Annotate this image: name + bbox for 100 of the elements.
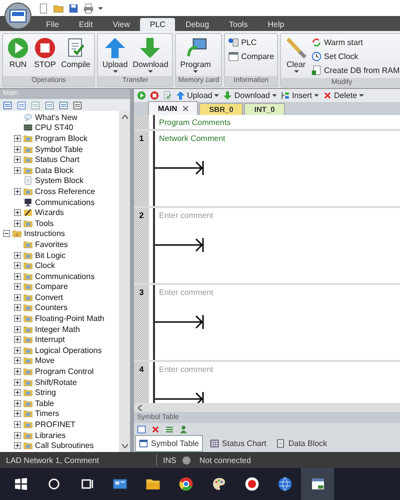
tree-item[interactable]: Program Block xyxy=(35,134,88,143)
expander-icon[interactable] xyxy=(14,336,21,344)
tree-item[interactable]: Wizards xyxy=(35,208,64,218)
expander-icon[interactable] xyxy=(3,230,10,238)
tree-item[interactable]: System Block xyxy=(35,176,84,186)
toolbar-button[interactable]: Insert xyxy=(280,91,319,100)
close-icon[interactable] xyxy=(183,106,188,111)
new-file-icon[interactable] xyxy=(38,2,49,14)
menu-tab[interactable]: File xyxy=(36,18,69,31)
expander-icon[interactable] xyxy=(14,166,21,174)
expander-icon[interactable] xyxy=(14,146,21,153)
view-icon[interactable] xyxy=(73,100,82,110)
menu-tab[interactable]: PLC xyxy=(140,18,176,31)
toolbar-button[interactable]: Upload xyxy=(176,91,220,100)
tree-item[interactable]: Program Control xyxy=(35,367,94,376)
ribbon-button[interactable]: Compile xyxy=(59,36,92,70)
expander-icon[interactable] xyxy=(14,315,21,322)
tree-item[interactable]: Libraries xyxy=(35,430,66,440)
table-icon[interactable] xyxy=(137,424,146,434)
tree-item[interactable]: Data Block xyxy=(35,166,74,175)
toolbar-button[interactable]: Download xyxy=(223,91,277,100)
print-icon[interactable] xyxy=(83,2,94,14)
expander-icon[interactable] xyxy=(14,442,21,450)
panel-tab[interactable]: Status Chart xyxy=(206,435,270,452)
ribbon-button[interactable]: Warm start xyxy=(310,37,400,48)
tree-item[interactable]: PROFINET xyxy=(35,420,76,430)
panel-tab[interactable]: Data Block xyxy=(273,435,330,452)
tree-item[interactable]: Cross Reference xyxy=(35,186,96,196)
toolbar-button[interactable] xyxy=(150,91,159,100)
menu-tab[interactable]: View xyxy=(102,18,140,31)
expander-icon[interactable] xyxy=(14,262,21,270)
tree-item[interactable]: Symbol Table xyxy=(35,144,83,154)
tree-item[interactable]: CPU ST40 xyxy=(35,123,74,132)
expander-icon[interactable] xyxy=(14,272,21,280)
scroll-down-icon[interactable] xyxy=(122,444,128,448)
view-icon[interactable] xyxy=(59,100,68,110)
open-folder-icon[interactable] xyxy=(53,2,64,14)
expander-icon[interactable] xyxy=(14,294,21,301)
expander-icon[interactable] xyxy=(14,304,21,312)
panel-tab[interactable]: Symbol Table xyxy=(135,435,203,452)
ribbon-button[interactable]: PLC xyxy=(227,37,276,48)
tree-item[interactable]: Clock xyxy=(35,261,56,270)
tree-item[interactable]: Timers xyxy=(35,409,60,418)
tree-item[interactable]: Bit Logic xyxy=(35,250,66,260)
network-comment[interactable]: Network Comment xyxy=(155,131,230,146)
menu-tab[interactable]: Debug xyxy=(175,18,220,31)
ribbon-button[interactable]: RUN xyxy=(5,36,31,70)
expander-icon[interactable] xyxy=(14,368,21,376)
expander-icon[interactable] xyxy=(14,156,21,164)
expander-icon[interactable] xyxy=(14,220,21,227)
tree-item[interactable]: Tools xyxy=(35,218,54,228)
ribbon-button[interactable]: Upload xyxy=(100,36,130,74)
ribbon-button[interactable]: STOP xyxy=(32,36,58,70)
expander-icon[interactable] xyxy=(14,410,21,418)
ribbon-button[interactable]: Download xyxy=(130,36,170,74)
tree-item[interactable]: Favorites xyxy=(35,240,68,249)
tree-item[interactable]: Table xyxy=(35,398,54,408)
expander-icon[interactable] xyxy=(14,421,21,428)
ribbon-button[interactable]: Program xyxy=(178,36,213,74)
tree-item[interactable]: Compare xyxy=(35,282,68,292)
view-icon[interactable] xyxy=(3,100,12,110)
tree-item[interactable]: Communications xyxy=(35,272,95,281)
expander-icon[interactable] xyxy=(14,346,21,354)
tree-item[interactable]: Floating-Point Math xyxy=(35,314,104,324)
tree-item[interactable]: Call Subroutines xyxy=(35,441,94,450)
ribbon-button[interactable]: Set Clock xyxy=(310,51,400,62)
view-icon[interactable] xyxy=(45,100,54,110)
caret-icon[interactable] xyxy=(98,6,103,10)
expander-icon[interactable] xyxy=(14,209,21,216)
ribbon-button[interactable]: Compare xyxy=(227,51,276,62)
scroll-up-icon[interactable] xyxy=(122,115,128,119)
list-icon[interactable] xyxy=(165,424,174,434)
tree-item[interactable]: String xyxy=(35,388,56,398)
expander-icon[interactable] xyxy=(14,389,21,396)
ribbon-button[interactable]: Create DB from RAM xyxy=(310,65,400,76)
menu-tab[interactable]: Help xyxy=(258,18,294,31)
program-comment[interactable]: Program Comments xyxy=(153,115,235,129)
view-icon[interactable] xyxy=(17,100,26,110)
ribbon-button[interactable]: Clear xyxy=(283,36,310,74)
expander-icon[interactable] xyxy=(14,188,21,195)
scroll-left-icon[interactable] xyxy=(138,404,142,410)
tree-item[interactable]: Shift/Rotate xyxy=(35,378,77,387)
expander-icon[interactable] xyxy=(14,326,21,333)
tree-item[interactable]: Interrupt xyxy=(35,335,65,344)
expander-icon[interactable] xyxy=(14,432,21,439)
expander-icon[interactable] xyxy=(14,400,21,407)
save-icon[interactable] xyxy=(68,2,79,14)
toolbar-button[interactable] xyxy=(137,91,146,100)
tree-item[interactable]: Communications xyxy=(35,198,95,207)
tree-item[interactable]: Logical Operations xyxy=(35,346,102,355)
tree-item[interactable]: Status Chart xyxy=(35,155,80,164)
tree-item[interactable]: Counters xyxy=(35,303,68,312)
tree-item[interactable]: Move xyxy=(35,356,55,366)
expander-icon[interactable] xyxy=(14,252,21,259)
tree-item[interactable]: Instructions xyxy=(24,229,65,238)
expander-icon[interactable] xyxy=(14,134,21,142)
toolbar-button[interactable]: Delete xyxy=(322,91,364,100)
user-icon[interactable] xyxy=(179,424,188,434)
expander-icon[interactable] xyxy=(14,283,21,290)
menu-tab[interactable]: Edit xyxy=(68,18,103,31)
